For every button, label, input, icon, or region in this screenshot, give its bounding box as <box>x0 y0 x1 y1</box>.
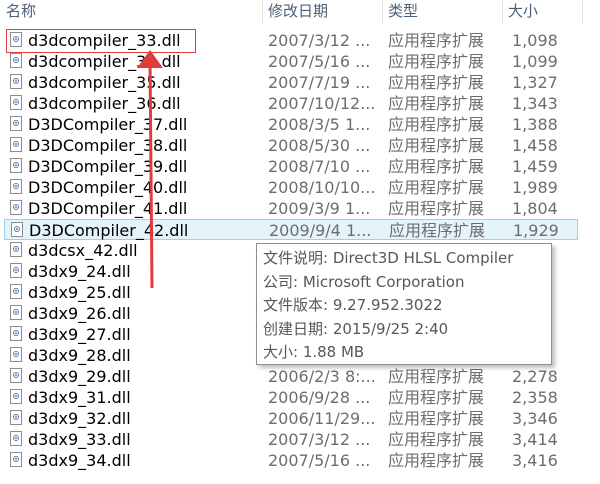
tooltip-version: 文件版本: 9.27.952.3022 <box>263 296 443 314</box>
tooltip-description: 文件说明: Direct3D HLSL Compiler <box>263 249 514 267</box>
tooltip-created: 创建日期: 2015/9/25 2:40 <box>263 319 449 338</box>
tooltip-size: 大小: 1.88 MB <box>263 343 365 361</box>
file-info-tooltip: 文件说明: Direct3D HLSL Compiler 公司: Microso… <box>256 243 552 365</box>
tooltip-company: 公司: Microsoft Corporation <box>263 272 465 291</box>
red-arrow-annotation <box>137 50 163 289</box>
